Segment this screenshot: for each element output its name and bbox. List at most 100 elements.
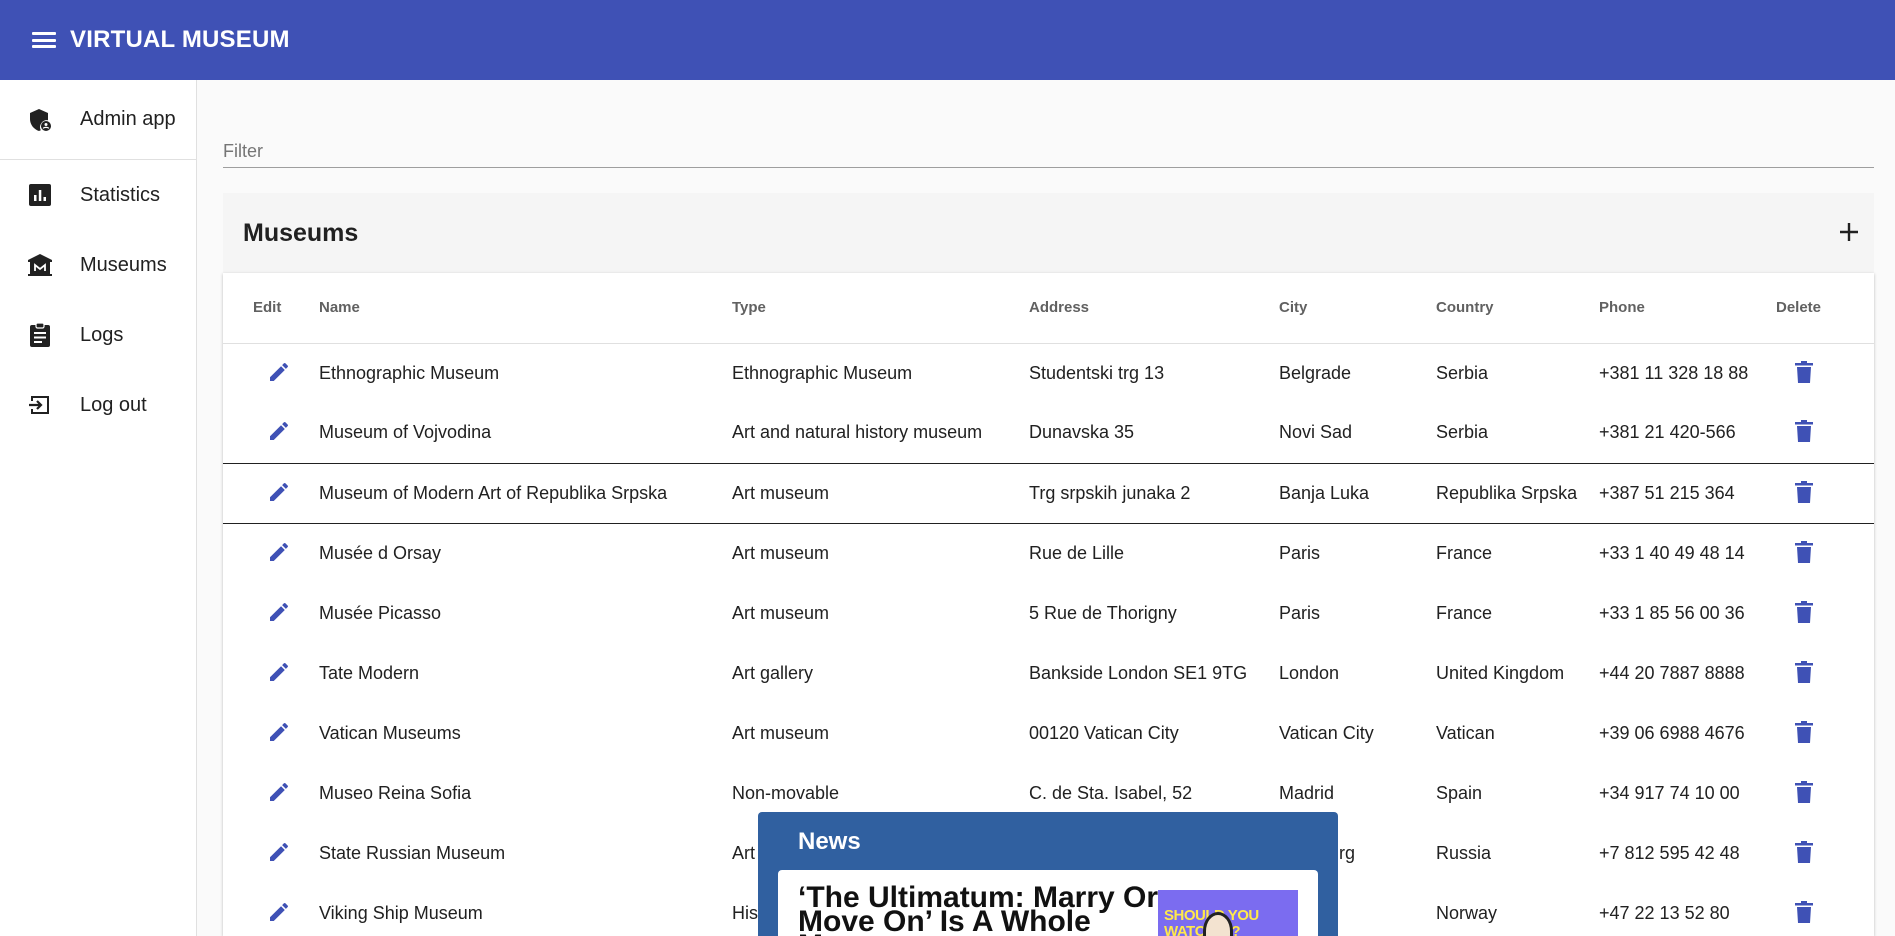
cell-name: Ethnographic Museum — [319, 362, 500, 383]
delete-trash-icon[interactable] — [1790, 417, 1818, 445]
cell-edit — [223, 823, 319, 883]
cell-edit — [223, 343, 319, 403]
clipboard-icon — [27, 322, 53, 348]
cell-country: Republika Srpska — [1436, 462, 1599, 524]
table-row[interactable]: Museum of Vojvodina Art and natural histo… — [223, 403, 1874, 463]
edit-pencil-icon[interactable] — [265, 838, 293, 866]
admin-shield-icon — [27, 107, 53, 133]
edit-pencil-icon[interactable] — [265, 658, 293, 686]
plus-icon[interactable] — [1836, 219, 1862, 245]
delete-trash-icon[interactable] — [1790, 778, 1818, 806]
cell-city: London — [1279, 662, 1340, 683]
edit-pencil-icon[interactable] — [265, 778, 293, 806]
cell-name: Viking Ship Museum — [319, 902, 483, 923]
news-thumbnail[interactable]: SHOULD YOU WATCH IT? SHOULD YOU WATCH IT… — [1158, 890, 1298, 936]
news-panel: News ‘The Ultimatum: Marry Or Move On’ I… — [758, 812, 1338, 936]
delete-trash-icon[interactable] — [1790, 838, 1818, 866]
edit-pencil-icon[interactable] — [265, 598, 293, 626]
cell-edit — [223, 703, 319, 763]
delete-trash-icon[interactable] — [1790, 538, 1818, 566]
edit-pencil-icon[interactable] — [265, 417, 293, 445]
table-row[interactable]: Musée Picasso Art museum 5 Rue de Thorigny… — [223, 583, 1874, 643]
table-row[interactable]: Museum of Modern Art of Republika Srpska… — [223, 462, 1874, 524]
header-address[interactable]: Address — [1029, 273, 1279, 344]
cell-country: Russia — [1436, 842, 1492, 863]
delete-trash-icon[interactable] — [1790, 898, 1818, 926]
cell-name: Museo Reina Sofia — [319, 782, 472, 803]
sidebar-item-admin-app[interactable]: Admin app — [0, 80, 196, 160]
sidebar: Admin app Statistics Museums Logs Log ou… — [0, 80, 197, 936]
cell-delete — [1776, 643, 1874, 703]
cell-edit — [223, 462, 319, 524]
cell-phone: +34 917 74 10 00 — [1599, 782, 1740, 803]
cell-country: France — [1436, 602, 1493, 623]
delete-trash-icon[interactable] — [1790, 358, 1818, 386]
edit-pencil-icon[interactable] — [265, 538, 293, 566]
cell-name: Musée d Orsay — [319, 542, 442, 563]
cell-country: Serbia — [1436, 362, 1489, 383]
filter-field[interactable] — [223, 136, 1874, 168]
table-row[interactable]: Ethnographic Museum Ethnographic Museum St… — [223, 343, 1874, 403]
table-row[interactable]: Musée d Orsay Art museum Rue de Lille Paris… — [223, 523, 1874, 583]
table-row[interactable]: Tate Modern Art gallery Bankside London SE… — [223, 643, 1874, 703]
cell-city: Paris — [1279, 542, 1321, 563]
hamburger-menu-icon[interactable] — [30, 29, 58, 51]
sidebar-item-log-out[interactable]: Log out — [0, 370, 196, 440]
cell-country: Norway — [1436, 902, 1498, 923]
cell-delete — [1776, 403, 1874, 463]
sidebar-item-museums[interactable]: Museums — [0, 230, 196, 300]
cell-delete — [1776, 583, 1874, 643]
cell-country: Vatican — [1436, 722, 1495, 743]
header-city[interactable]: City — [1279, 273, 1436, 344]
cell-type: Art museum — [732, 462, 1029, 524]
edit-pencil-icon[interactable] — [265, 358, 293, 386]
cell-delete — [1776, 703, 1874, 763]
cell-phone: +47 22 13 52 80 — [1599, 902, 1730, 923]
news-card[interactable]: ‘The Ultimatum: Marry Or Move On’ Is A W… — [778, 870, 1318, 936]
header-name[interactable]: Name — [319, 273, 732, 344]
cell-phone: +39 06 6988 4676 — [1599, 722, 1745, 743]
sidebar-item-label: Logs — [80, 323, 124, 346]
cell-edit — [223, 523, 319, 583]
delete-trash-icon[interactable] — [1790, 658, 1818, 686]
logout-icon — [27, 392, 53, 418]
header-edit: Edit — [223, 273, 319, 344]
app-title: VIRTUAL MUSEUM — [70, 26, 290, 53]
cell-address: 00120 Vatican City — [1029, 722, 1179, 743]
cell-type: Art museum — [732, 602, 830, 623]
cell-city: Belgrade — [1279, 362, 1352, 383]
header-delete: Delete — [1776, 273, 1874, 344]
card-title: Museums — [243, 218, 359, 247]
cell-phone: +44 20 7887 8888 — [1599, 662, 1745, 683]
table-row[interactable]: Vatican Museums Art museum 00120 Vatican C… — [223, 703, 1874, 763]
cell-country: Serbia — [1436, 422, 1489, 443]
museums-card-header: Museums — [223, 193, 1874, 273]
sidebar-item-statistics[interactable]: Statistics — [0, 160, 196, 230]
sidebar-item-label: Log out — [80, 393, 147, 416]
cell-edit — [223, 883, 319, 936]
filter-input[interactable] — [223, 136, 1874, 167]
cell-type: Art and natural history museum — [732, 422, 983, 443]
delete-trash-icon[interactable] — [1790, 718, 1818, 746]
delete-trash-icon[interactable] — [1790, 478, 1818, 506]
sidebar-item-logs[interactable]: Logs — [0, 300, 196, 370]
cell-phone: +381 11 328 18 88 — [1599, 362, 1749, 383]
cell-edit — [223, 403, 319, 463]
header-type[interactable]: Type — [732, 273, 1029, 344]
cell-name: Musée Picasso — [319, 602, 442, 623]
header-phone[interactable]: Phone — [1599, 273, 1776, 344]
cell-type: Ethnographic Museum — [732, 362, 913, 383]
edit-pencil-icon[interactable] — [265, 478, 293, 506]
delete-trash-icon[interactable] — [1790, 598, 1818, 626]
news-headline[interactable]: ‘The Ultimatum: Marry Or Move On’ Is A W… — [798, 883, 1168, 936]
sidebar-item-label: Admin app — [80, 108, 176, 130]
edit-pencil-icon[interactable] — [265, 718, 293, 746]
cell-delete — [1776, 523, 1874, 583]
cell-phone: +33 1 40 49 48 14 — [1599, 542, 1745, 563]
cell-address: Bankside London SE1 9TG — [1029, 662, 1248, 683]
cell-phone: +381 21 420-566 — [1599, 422, 1736, 443]
bar-chart-icon — [27, 182, 53, 208]
cell-name: State Russian Museum — [319, 842, 506, 863]
edit-pencil-icon[interactable] — [265, 898, 293, 926]
header-country[interactable]: Country — [1436, 273, 1599, 344]
